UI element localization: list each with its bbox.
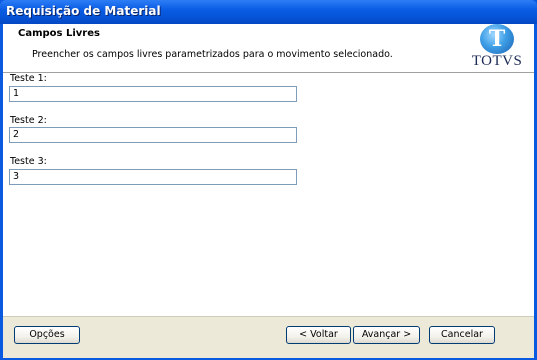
window: Requisição de Material Campos Livres Pre…	[0, 0, 537, 360]
field-input-teste-1[interactable]	[9, 86, 297, 102]
title-bar[interactable]: Requisição de Material	[0, 0, 537, 24]
cancel-button[interactable]: Cancelar	[429, 326, 495, 344]
wizard-footer: Opções < Voltar Avançar > Cancelar	[3, 316, 534, 358]
wizard-header: Campos Livres Preencher os campos livres…	[3, 24, 534, 73]
field-label-teste-1: Teste 1:	[10, 73, 47, 84]
window-title: Requisição de Material	[6, 4, 161, 18]
wizard-body: Campos Livres Preencher os campos livres…	[3, 24, 534, 358]
field-input-teste-2[interactable]	[9, 127, 297, 143]
page-title: Campos Livres	[18, 28, 100, 39]
back-button[interactable]: < Voltar	[286, 326, 351, 344]
field-label-teste-2: Teste 2:	[10, 115, 47, 126]
logo-text: TOTVS	[471, 53, 523, 69]
next-button[interactable]: Avançar >	[353, 326, 420, 344]
totvs-logo: T TOTVS	[467, 24, 527, 70]
logo-t-icon: T	[488, 26, 506, 52]
options-button[interactable]: Opções	[14, 326, 80, 344]
field-label-teste-3: Teste 3:	[10, 156, 47, 167]
field-input-teste-3[interactable]	[9, 169, 297, 185]
page-subtitle: Preencher os campos livres parametrizado…	[32, 49, 393, 60]
